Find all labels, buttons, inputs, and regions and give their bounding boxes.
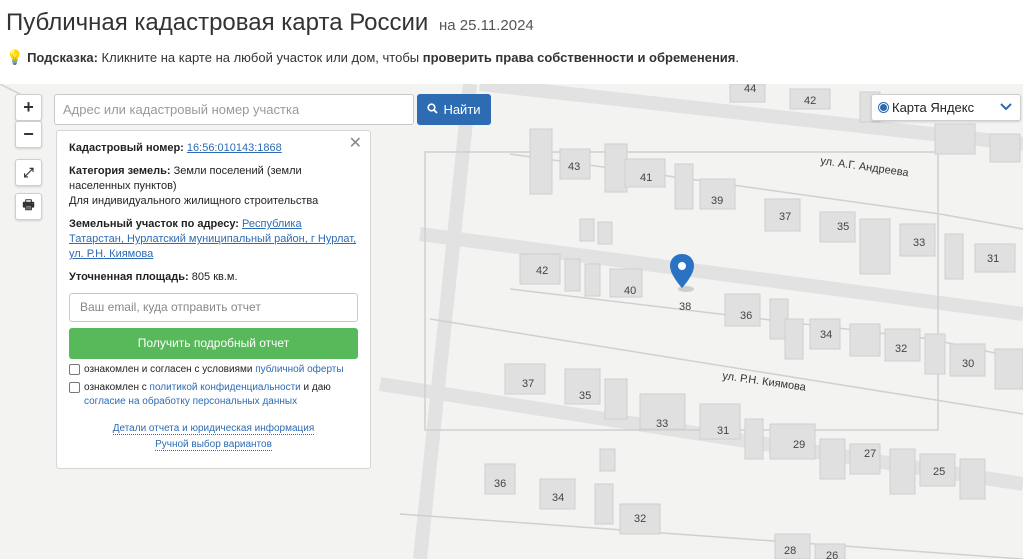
cadastral-label: Кадастровый номер: [69, 142, 184, 154]
cadastral-row: Кадастровый номер: 16:56:010143:1868 [69, 141, 358, 156]
map-buildings [484, 84, 1023, 559]
house-number: 36 [740, 310, 752, 322]
house-number: 31 [717, 425, 729, 437]
house-number: 25 [933, 466, 945, 478]
house-number: 34 [820, 329, 832, 341]
house-number: 35 [837, 221, 849, 233]
hint-prefix: Подсказка: [27, 50, 98, 65]
address-label: Земельный участок по адресу: [69, 218, 239, 230]
house-number: 34 [552, 492, 564, 504]
print-button[interactable]: 🖶 [15, 193, 42, 220]
house-number: 29 [793, 439, 805, 451]
location-marker-icon[interactable] [670, 254, 694, 292]
search-button[interactable]: Найти [417, 94, 491, 125]
expand-icon: ⤢ [23, 164, 34, 180]
house-number: 32 [895, 343, 907, 355]
house-number: 39 [711, 195, 723, 207]
map-layer-select[interactable]: Карта Яндекс [871, 94, 1021, 121]
privacy-checkbox[interactable] [69, 382, 80, 393]
hint-line: 💡 Подсказка: Кликните на карте на любой … [6, 49, 739, 66]
panel-footer-links: Детали отчета и юридическая информация Р… [69, 421, 358, 453]
page-date: на 25.11.2024 [439, 17, 534, 34]
house-number: 42 [536, 265, 548, 277]
radio-selected-icon [878, 102, 889, 113]
consent-offer: ознакомлен и согласен с условиями публич… [69, 363, 358, 377]
house-number: 37 [522, 378, 534, 390]
category-use: Для индивидуального жилищного строительс… [69, 195, 319, 207]
search-icon [427, 102, 439, 117]
area-label: Уточненная площадь: [69, 271, 189, 283]
category-label: Категория земель: [69, 165, 171, 177]
house-number: 27 [864, 448, 876, 460]
zoom-in-button[interactable]: + [15, 94, 42, 121]
map-roads [378, 84, 1023, 559]
get-report-button[interactable]: Получить подробный отчет [69, 328, 358, 359]
close-icon[interactable]: ✕ [349, 136, 362, 152]
report-details-link[interactable]: Детали отчета и юридическая информация [112, 423, 315, 435]
house-number: 33 [656, 418, 668, 430]
consent-privacy: ознакомлен с политикой конфиденциальност… [69, 381, 358, 409]
house-number: 32 [634, 513, 646, 525]
manual-selection-link[interactable]: Ручной выбор вариантов [155, 439, 272, 451]
parcel-info-panel: ✕ Кадастровый номер: 16:56:010143:1868 К… [56, 130, 371, 469]
privacy-policy-link[interactable]: политикой конфиденциальности [150, 382, 301, 393]
house-number: 30 [962, 358, 974, 370]
chevron-down-icon [1000, 100, 1012, 114]
fullscreen-button[interactable]: ⤢ [15, 159, 42, 186]
hint-text: Кликните на карте на любой участок или д… [101, 50, 420, 65]
consent-privacy-text: ознакомлен с [84, 382, 147, 393]
hint-emphasis: проверить права собственности и обремене… [422, 50, 736, 65]
consent-privacy-mid: и даю [303, 382, 331, 393]
email-field[interactable]: Ваш email, куда отправить отчет [69, 293, 358, 322]
house-number: 31 [987, 253, 999, 265]
house-number: 38 [679, 301, 691, 313]
house-number: 40 [624, 285, 636, 297]
offer-checkbox[interactable] [69, 364, 80, 375]
zoom-out-button[interactable]: − [15, 121, 42, 148]
house-number: 44 [744, 84, 756, 95]
house-number: 36 [494, 478, 506, 490]
map-layer-label: Карта Яндекс [892, 100, 975, 115]
house-number: 28 [784, 545, 796, 557]
search-input[interactable]: Адрес или кадастровый номер участка [54, 94, 414, 125]
search-button-label: Найти [443, 102, 481, 117]
cadastral-number-link[interactable]: 16:56:010143:1868 [187, 142, 282, 154]
page-title-text: Публичная кадастровая карта России [6, 9, 429, 36]
house-number: 41 [640, 172, 652, 184]
house-number: 35 [579, 390, 591, 402]
hint-suffix: . [735, 50, 740, 65]
printer-icon: 🖶 [22, 196, 35, 212]
house-number: 42 [804, 95, 816, 107]
area-value: 805 кв.м. [191, 271, 238, 283]
street-label-andreeva: ул. А.Г. Андреева [820, 155, 911, 179]
data-processing-link[interactable]: согласие на обработку персональных данны… [84, 396, 297, 407]
category-row: Категория земель: Земли поселений (земли… [69, 164, 358, 209]
public-offer-link[interactable]: публичной оферты [255, 364, 343, 375]
house-number: 43 [568, 161, 580, 173]
page-title: Публичная кадастровая карта России на 25… [6, 9, 534, 37]
consent-offer-text: ознакомлен и согласен с условиями [84, 364, 253, 375]
lightbulb-icon: 💡 [6, 49, 24, 65]
house-number: 33 [913, 237, 925, 249]
address-row: Земельный участок по адресу: Республика … [69, 217, 358, 262]
street-label-kiyamova: ул. Р.Н. Киямова [722, 370, 808, 394]
area-row: Уточненная площадь: 805 кв.м. [69, 270, 358, 285]
house-number: 37 [779, 211, 791, 223]
house-number: 26 [826, 550, 838, 559]
